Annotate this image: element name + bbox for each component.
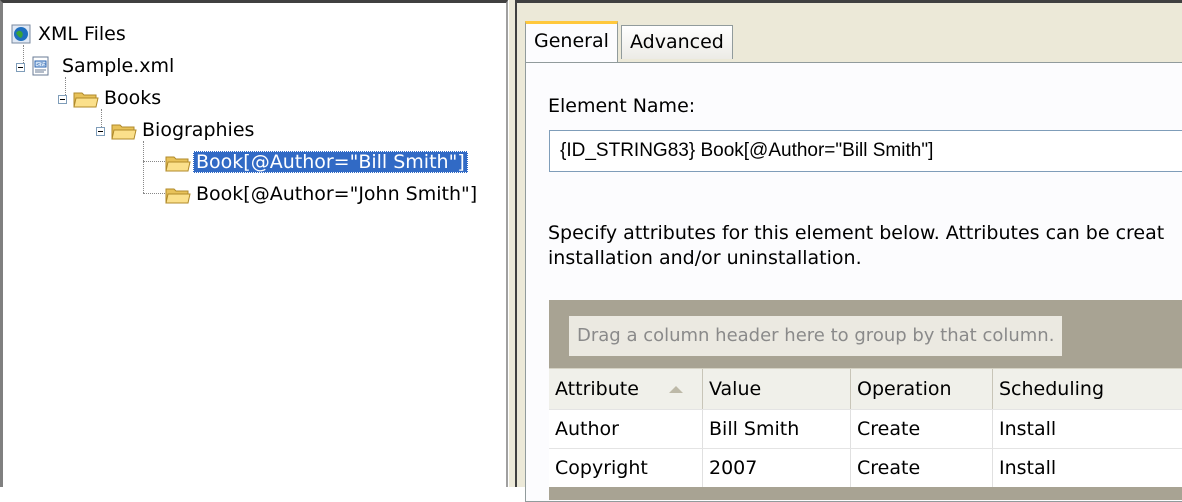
cell-value[interactable]: Bill Smith [703, 410, 851, 448]
column-header-label: Attribute [555, 378, 639, 400]
tree-connector [143, 193, 165, 194]
xml-tree-panel[interactable]: XML Files <?> Sample.xml Books Biographi… [0, 0, 508, 487]
attributes-description: Specify attributes for this element belo… [548, 221, 1182, 271]
cell-operation[interactable]: Create [851, 410, 993, 448]
tree-node-label: Sample.xml [62, 55, 175, 77]
collapse-toggle[interactable] [58, 95, 67, 104]
tree-node-label: Biographies [142, 119, 255, 141]
folder-icon [165, 156, 191, 172]
collapse-toggle[interactable] [16, 63, 25, 72]
sort-ascending-icon [668, 386, 683, 393]
table-row[interactable]: Author Bill Smith Create Install [549, 409, 1182, 448]
cell-attribute[interactable]: Copyright [549, 449, 703, 487]
description-line: Specify attributes for this element belo… [548, 222, 1165, 244]
tree-node-sample-xml[interactable]: <?> Sample.xml [31, 53, 177, 79]
globe-icon [11, 24, 31, 44]
cell-scheduling[interactable]: Install [993, 449, 1182, 487]
tree-node-book-bill-smith[interactable]: Book[@Author="Bill Smith"] [165, 149, 468, 175]
attributes-grid[interactable]: Drag a column header here to group by th… [549, 300, 1182, 500]
folder-icon [165, 188, 191, 204]
element-name-label: Element Name: [548, 95, 696, 117]
column-header-scheduling[interactable]: Scheduling [993, 369, 1182, 409]
column-header-attribute[interactable]: Attribute [549, 369, 703, 409]
general-tab-content: Element Name: {ID_STRING83} Book[@Author… [525, 62, 1182, 502]
svg-text:<?>: <?> [36, 62, 47, 68]
tree-node-biographies[interactable]: Biographies [111, 117, 257, 143]
tree-connector [143, 161, 165, 162]
group-by-panel[interactable]: Drag a column header here to group by th… [569, 316, 1063, 356]
grid-header: Attribute Value Operation Scheduling [549, 368, 1182, 409]
description-line: installation and/or uninstallation. [548, 247, 862, 269]
tab-advanced[interactable]: Advanced [621, 25, 733, 59]
cell-attribute[interactable]: Author [549, 410, 703, 448]
collapse-toggle[interactable] [96, 127, 105, 136]
cell-operation[interactable]: Create [851, 449, 993, 487]
tab-general[interactable]: General [525, 21, 618, 62]
column-header-operation[interactable]: Operation [851, 369, 993, 409]
column-header-value[interactable]: Value [703, 369, 851, 409]
tree-connector [143, 141, 144, 193]
tree-node-xml-files[interactable]: XML Files [11, 21, 129, 47]
element-name-field[interactable]: {ID_STRING83} Book[@Author="Bill Smith"] [549, 130, 1182, 172]
tree-node-label: Books [104, 87, 162, 109]
tree-node-label: Book[@Author="John Smith"] [196, 183, 478, 205]
cell-scheduling[interactable]: Install [993, 410, 1182, 448]
xml-file-icon: <?> [32, 56, 49, 76]
tree-node-label: XML Files [38, 23, 126, 45]
table-row[interactable]: Copyright 2007 Create Install [549, 448, 1182, 487]
tree-node-book-john-smith[interactable]: Book[@Author="John Smith"] [165, 181, 480, 207]
tree-node-books[interactable]: Books [73, 85, 164, 111]
open-folder-icon [111, 124, 137, 140]
cell-value[interactable]: 2007 [703, 449, 851, 487]
open-folder-icon [73, 92, 99, 108]
panel-splitter[interactable] [508, 0, 517, 487]
properties-panel: General Advanced Element Name: {ID_STRIN… [517, 0, 1182, 502]
tree-node-label: Book[@Author="Bill Smith"] [193, 151, 468, 173]
